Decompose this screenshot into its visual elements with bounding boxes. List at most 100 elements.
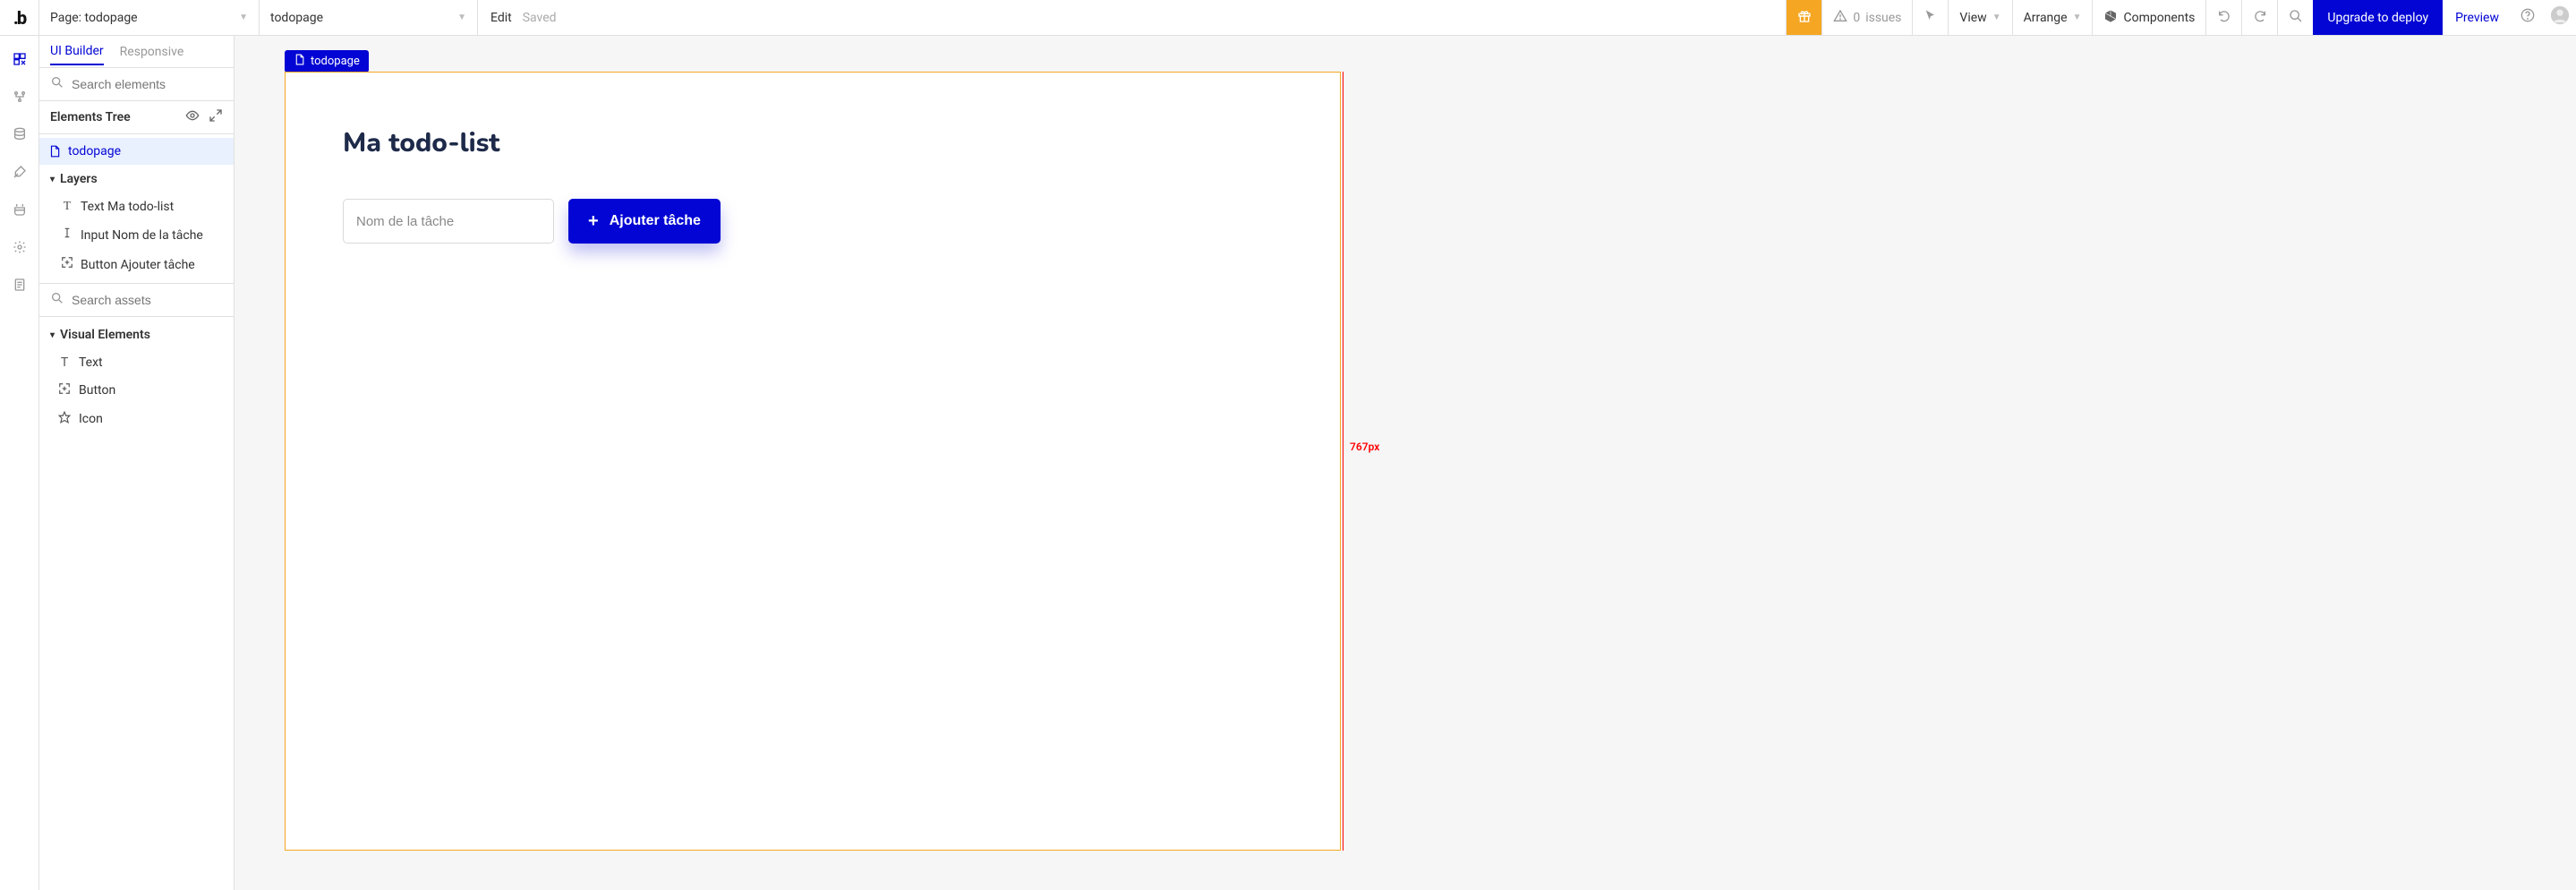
page-dropdown-name: todopage bbox=[85, 11, 138, 25]
elements-tree-label: Elements Tree bbox=[50, 110, 131, 124]
layer-item-input[interactable]: Input Nom de la tâche bbox=[39, 220, 234, 250]
issues-count: 0 bbox=[1853, 11, 1860, 25]
toolstrip bbox=[0, 36, 39, 890]
todo-title[interactable]: Ma todo-list bbox=[343, 124, 1283, 161]
canvas[interactable]: todopage Ma todo-list + Ajouter tâche 76… bbox=[235, 36, 2576, 890]
layer-item-label: Input Nom de la tâche bbox=[81, 228, 203, 243]
tab-responsive-label: Responsive bbox=[120, 45, 184, 59]
visual-elements-section: ▾ Visual Elements T Text Button Icon bbox=[39, 317, 234, 437]
workflow-tab-icon[interactable] bbox=[11, 88, 29, 106]
ve-item-label: Button bbox=[79, 383, 115, 398]
expand-icon[interactable] bbox=[209, 108, 223, 126]
chevron-down-icon: ▼ bbox=[2073, 13, 2082, 22]
plugins-tab-icon[interactable] bbox=[11, 201, 29, 218]
tab-ui-builder-label: UI Builder bbox=[50, 44, 104, 58]
input-glyph-icon bbox=[61, 227, 73, 244]
arrange-menu[interactable]: Arrange ▼ bbox=[2012, 0, 2093, 35]
layer-item-button[interactable]: Button Ajouter tâche bbox=[39, 250, 234, 279]
design-tab-icon[interactable] bbox=[11, 50, 29, 68]
gift-button[interactable] bbox=[1786, 0, 1821, 35]
user-menu[interactable] bbox=[2544, 0, 2576, 35]
pointer-tool[interactable] bbox=[1912, 0, 1948, 35]
page-icon bbox=[294, 54, 305, 69]
upgrade-button[interactable]: Upgrade to deploy bbox=[2313, 0, 2443, 35]
edit-status: Edit Saved bbox=[478, 0, 569, 35]
tab-ui-builder[interactable]: UI Builder bbox=[50, 44, 104, 65]
search-button[interactable] bbox=[2277, 0, 2313, 35]
help-button[interactable] bbox=[2512, 0, 2544, 35]
secondary-page-name: todopage bbox=[270, 11, 323, 25]
gift-icon bbox=[1797, 9, 1812, 27]
undo-button[interactable] bbox=[2205, 0, 2241, 35]
search-assets[interactable] bbox=[39, 284, 234, 317]
elements-tree: todopage ▾ Layers T Text Ma todo-list In… bbox=[39, 134, 234, 284]
text-glyph-icon: T bbox=[57, 355, 72, 370]
layers-label: Layers bbox=[60, 172, 98, 186]
selection-tag[interactable]: todopage bbox=[285, 50, 369, 73]
ve-item-icon[interactable]: Icon bbox=[39, 405, 234, 433]
add-task-label: Ajouter tâche bbox=[610, 213, 701, 229]
chevron-down-icon: ▼ bbox=[239, 13, 248, 22]
search-assets-input[interactable] bbox=[72, 293, 234, 307]
button-glyph-icon bbox=[57, 382, 72, 398]
search-elements[interactable] bbox=[39, 68, 234, 101]
add-task-button[interactable]: + Ajouter tâche bbox=[568, 199, 721, 244]
ve-item-label: Icon bbox=[79, 412, 103, 426]
eye-icon[interactable] bbox=[185, 108, 200, 126]
layer-item-text[interactable]: T Text Ma todo-list bbox=[39, 193, 234, 220]
todo-row: + Ajouter tâche bbox=[343, 199, 1283, 244]
ve-item-button[interactable]: Button bbox=[39, 376, 234, 405]
caret-down-icon: ▾ bbox=[50, 175, 55, 184]
workspace: UI Builder Responsive Elements Tree bbox=[0, 36, 2576, 890]
preview-button[interactable]: Preview bbox=[2443, 0, 2512, 35]
edit-label[interactable]: Edit bbox=[490, 11, 512, 25]
page-content: Ma todo-list + Ajouter tâche bbox=[286, 73, 1340, 295]
ve-item-text[interactable]: T Text bbox=[39, 349, 234, 376]
save-status: Saved bbox=[523, 11, 557, 25]
issues-label: issues bbox=[1865, 11, 1901, 25]
visual-elements-header[interactable]: ▾ Visual Elements bbox=[39, 321, 234, 349]
sidepanel: UI Builder Responsive Elements Tree bbox=[39, 36, 235, 890]
settings-tab-icon[interactable] bbox=[11, 238, 29, 256]
page-frame[interactable]: Ma todo-list + Ajouter tâche bbox=[285, 72, 1341, 851]
search-icon bbox=[2289, 9, 2303, 27]
arrange-label: Arrange bbox=[2024, 11, 2068, 25]
task-name-input[interactable] bbox=[343, 199, 554, 244]
app-logo: .b bbox=[0, 0, 39, 35]
selection-tag-label: todopage bbox=[311, 55, 360, 68]
redo-icon bbox=[2253, 9, 2267, 27]
cube-icon bbox=[2103, 9, 2118, 27]
help-icon bbox=[2521, 8, 2535, 27]
view-menu[interactable]: View ▼ bbox=[1948, 0, 2011, 35]
secondary-page-dropdown[interactable]: todopage ▼ bbox=[260, 0, 478, 35]
star-icon bbox=[57, 411, 72, 427]
redo-button[interactable] bbox=[2241, 0, 2277, 35]
warning-icon bbox=[1833, 9, 1847, 27]
page-dropdown[interactable]: Page: todopage ▼ bbox=[39, 0, 260, 35]
user-avatar-icon bbox=[2550, 5, 2570, 30]
caret-down-icon: ▾ bbox=[50, 330, 55, 340]
layers-header[interactable]: ▾ Layers bbox=[39, 165, 234, 193]
search-elements-input[interactable] bbox=[72, 77, 234, 91]
page-icon bbox=[48, 145, 61, 158]
visual-elements-label: Visual Elements bbox=[60, 328, 150, 342]
components-label: Components bbox=[2123, 11, 2195, 25]
search-icon bbox=[50, 75, 64, 93]
elements-tree-header: Elements Tree bbox=[39, 101, 234, 134]
chevron-down-icon: ▼ bbox=[457, 13, 466, 22]
sidepanel-tabs: UI Builder Responsive bbox=[39, 36, 234, 68]
data-tab-icon[interactable] bbox=[11, 125, 29, 143]
issues-button[interactable]: 0 issues bbox=[1821, 0, 1912, 35]
logs-tab-icon[interactable] bbox=[11, 276, 29, 294]
search-icon bbox=[50, 291, 64, 309]
components-button[interactable]: Components bbox=[2092, 0, 2205, 35]
tree-root-label: todopage bbox=[68, 144, 121, 158]
layer-item-label: Text Ma todo-list bbox=[81, 200, 174, 214]
view-label: View bbox=[1959, 11, 1986, 25]
tree-root-page[interactable]: todopage bbox=[39, 138, 234, 165]
styles-tab-icon[interactable] bbox=[11, 163, 29, 181]
breakpoint-width-label: 767px bbox=[1350, 441, 1379, 453]
tab-responsive[interactable]: Responsive bbox=[120, 45, 184, 64]
topbar: .b Page: todopage ▼ todopage ▼ Edit Save… bbox=[0, 0, 2576, 36]
chevron-down-icon: ▼ bbox=[1992, 13, 2001, 22]
